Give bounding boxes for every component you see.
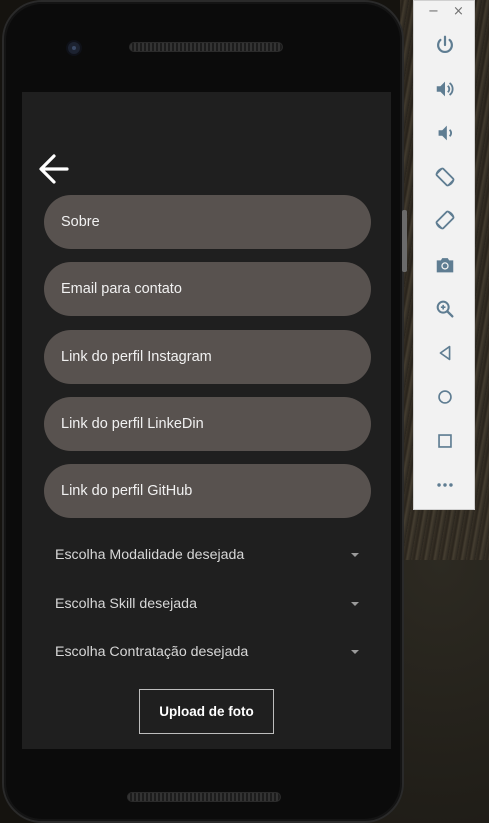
github-link-field[interactable] (44, 464, 371, 518)
phone-side-button (402, 210, 407, 272)
camera-icon (436, 258, 454, 273)
zoom-icon (436, 300, 454, 318)
dropdown-caret-icon (351, 650, 359, 654)
instagram-link-input[interactable] (61, 330, 371, 384)
dropdown-caret-icon (351, 602, 359, 606)
upload-photo-button[interactable]: Upload de foto (139, 689, 274, 734)
linkedin-link-input[interactable] (61, 397, 371, 451)
earpiece-speaker (129, 42, 283, 52)
volume-up-button[interactable] (431, 75, 459, 103)
rotate-left-button[interactable] (431, 163, 459, 191)
volume-down-icon (438, 125, 452, 141)
dropdown-caret-icon (351, 553, 359, 557)
hiring-select[interactable]: Escolha Contratação desejada (55, 639, 359, 665)
rotate-right-button[interactable] (431, 206, 459, 234)
nav-back-button[interactable] (431, 339, 459, 367)
emulator-control-panel: − × (413, 0, 475, 510)
minimize-button[interactable]: − (428, 4, 439, 19)
about-input[interactable] (61, 195, 371, 249)
modality-select-label: Escolha Modalidade desejada (55, 547, 245, 563)
nav-overview-button[interactable] (431, 427, 459, 455)
volume-up-icon (436, 81, 454, 97)
power-button[interactable] (431, 31, 459, 59)
screenshot-button[interactable] (431, 251, 459, 279)
rotate-right-icon (435, 210, 455, 230)
bottom-speaker (127, 792, 281, 802)
zoom-button[interactable] (431, 295, 459, 323)
back-button[interactable] (36, 152, 72, 186)
instagram-link-field[interactable] (44, 330, 371, 384)
home-icon (438, 390, 452, 404)
phone-frame: Escolha Modalidade desejada Escolha Skil… (2, 0, 404, 823)
hiring-select-label: Escolha Contratação desejada (55, 644, 249, 660)
modality-select[interactable]: Escolha Modalidade desejada (55, 542, 359, 568)
contact-email-field[interactable] (44, 262, 371, 316)
back-icon (439, 345, 451, 361)
power-icon (437, 35, 453, 54)
about-field[interactable] (44, 195, 371, 249)
github-link-input[interactable] (61, 464, 371, 518)
linkedin-link-field[interactable] (44, 397, 371, 451)
close-button[interactable]: × (453, 4, 464, 19)
skill-select-label: Escolha Skill desejada (55, 596, 197, 612)
rotate-left-icon (435, 167, 455, 187)
front-camera (66, 40, 82, 56)
app-screen: Escolha Modalidade desejada Escolha Skil… (22, 92, 391, 749)
more-options-button[interactable] (431, 471, 459, 499)
contact-email-input[interactable] (61, 262, 371, 316)
skill-select[interactable]: Escolha Skill desejada (55, 591, 359, 617)
overview-icon (438, 434, 452, 448)
arrow-left-icon (39, 154, 69, 184)
volume-down-button[interactable] (431, 119, 459, 147)
more-icon (437, 483, 453, 487)
nav-home-button[interactable] (431, 383, 459, 411)
